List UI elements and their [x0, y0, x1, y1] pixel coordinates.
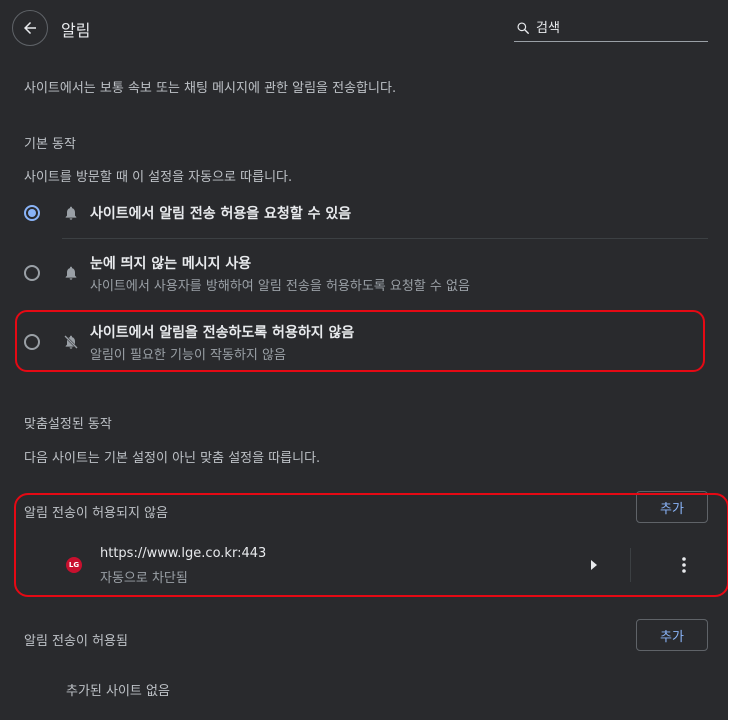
site-url: https://www.lge.co.kr:443	[100, 546, 267, 561]
bell-icon	[65, 266, 77, 280]
window-edge	[728, 0, 744, 720]
radio-block-notifications[interactable]	[24, 334, 40, 350]
arrow-right-icon[interactable]	[589, 559, 599, 571]
search-input[interactable]	[536, 14, 704, 38]
empty-list-text: 추가된 사이트 없음	[66, 684, 170, 699]
bell-icon	[65, 206, 77, 220]
option-block-notifications[interactable]: 사이트에서 알림을 전송하도록 허용하지 않음 알림이 필요한 기능이 작동하지…	[0, 316, 728, 368]
option-quiet-messaging[interactable]: 눈에 띄지 않는 메시지 사용 사이트에서 사용자를 방해하여 알림 전송을 허…	[0, 248, 728, 298]
site-status: 자동으로 차단됨	[100, 571, 188, 586]
radio-quiet-messaging[interactable]	[24, 265, 40, 281]
option-sublabel: 알림이 필요한 기능이 작동하지 않음	[90, 348, 286, 363]
custom-behavior-heading: 맞춤설정된 동작	[24, 417, 112, 432]
site-favicon: LG	[66, 557, 82, 573]
option-ask-to-send[interactable]: 사이트에서 알림 전송 허용을 요청할 수 있음	[0, 196, 728, 238]
notifications-settings-page: 알림 사이트에서는 보통 속보 또는 채팅 메시지에 관한 알림을 전송합니다.…	[0, 0, 728, 720]
search-icon	[517, 22, 529, 34]
add-allowed-site-button[interactable]: 추가	[636, 619, 708, 651]
favicon-label: LG	[68, 561, 80, 569]
search-field[interactable]	[514, 14, 708, 42]
more-vert-icon[interactable]	[676, 556, 692, 574]
default-behavior-heading: 기본 동작	[24, 137, 76, 152]
default-behavior-description: 사이트를 방문할 때 이 설정을 자동으로 따릅니다.	[24, 170, 293, 185]
arrow-back-icon	[24, 22, 36, 34]
bell-off-icon	[64, 335, 78, 349]
back-button[interactable]	[12, 10, 48, 46]
option-label: 사이트에서 알림 전송 허용을 요청할 수 있음	[90, 206, 352, 222]
divider	[630, 548, 631, 582]
blocked-heading: 알림 전송이 허용되지 않음	[24, 506, 168, 521]
add-blocked-site-button[interactable]: 추가	[636, 491, 708, 523]
custom-behavior-description: 다음 사이트는 기본 설정이 아닌 맞춤 설정을 따릅니다.	[24, 451, 321, 466]
option-label: 사이트에서 알림을 전송하도록 허용하지 않음	[90, 325, 355, 341]
option-sublabel: 사이트에서 사용자를 방해하여 알림 전송을 허용하도록 요청할 수 없음	[90, 279, 470, 294]
allowed-heading: 알림 전송이 허용됨	[24, 634, 128, 649]
option-label: 눈에 띄지 않는 메시지 사용	[90, 256, 252, 272]
radio-ask-to-send[interactable]	[24, 205, 40, 221]
divider	[62, 238, 708, 239]
page-title: 알림	[61, 21, 91, 40]
intro-text: 사이트에서는 보통 속보 또는 채팅 메시지에 관한 알림을 전송합니다.	[24, 81, 397, 96]
